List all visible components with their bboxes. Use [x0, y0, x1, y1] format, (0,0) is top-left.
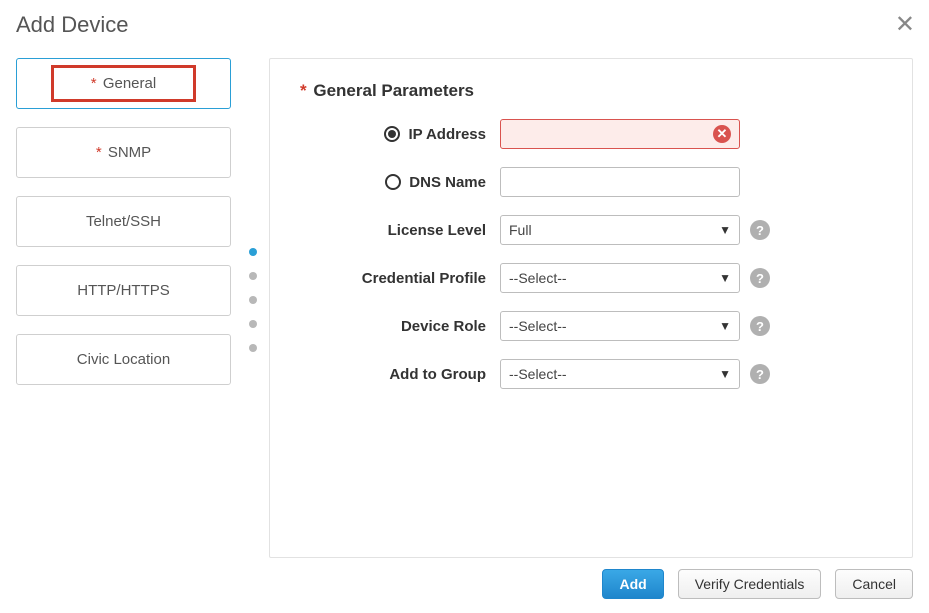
error-icon: ✕	[713, 125, 731, 143]
input-dns-name[interactable]	[500, 167, 740, 197]
row-device-role: Device Role --Select-- ▼ ?	[300, 311, 882, 341]
row-dns-name: DNS Name	[300, 167, 882, 197]
scroll-dot[interactable]	[249, 344, 257, 352]
select-value: --Select--	[509, 366, 567, 382]
label-text: DNS Name	[409, 174, 486, 191]
label-device-role: Device Role	[300, 318, 500, 335]
dialog-footer: Add Verify Credentials Cancel	[602, 569, 913, 599]
row-license-level: License Level Full ▼ ?	[300, 215, 882, 245]
sidebar: * General * SNMP Telnet/SSH HTTP/HTTPS C…	[16, 58, 241, 403]
select-credential-profile[interactable]: --Select-- ▼	[500, 263, 740, 293]
label-license-level: License Level	[300, 222, 500, 239]
required-star: *	[91, 75, 97, 92]
tab-telnet-ssh[interactable]: Telnet/SSH	[16, 196, 231, 247]
tab-snmp[interactable]: * SNMP	[16, 127, 231, 178]
select-value: --Select--	[509, 318, 567, 334]
label-credential-profile: Credential Profile	[300, 270, 500, 287]
scroll-dot[interactable]	[249, 320, 257, 328]
add-button[interactable]: Add	[602, 569, 663, 599]
input-ip-address[interactable]: ✕	[500, 119, 740, 149]
scroll-indicator	[241, 58, 265, 352]
close-icon[interactable]: ✕	[895, 10, 915, 39]
label-text: IP Address	[408, 126, 486, 143]
help-icon[interactable]: ?	[750, 268, 770, 288]
radio-ip-address[interactable]	[384, 126, 400, 142]
main-panel: * General Parameters IP Address ✕ DNS Na…	[269, 58, 913, 558]
help-icon[interactable]: ?	[750, 220, 770, 240]
dialog-title: Add Device	[16, 12, 913, 38]
scroll-dot[interactable]	[249, 296, 257, 304]
row-add-to-group: Add to Group --Select-- ▼ ?	[300, 359, 882, 389]
chevron-down-icon: ▼	[719, 319, 731, 333]
label-add-to-group: Add to Group	[300, 366, 500, 383]
section-title: * General Parameters	[300, 81, 882, 101]
cancel-button[interactable]: Cancel	[835, 569, 913, 599]
label-text: Add to Group	[389, 366, 486, 383]
radio-dns-name[interactable]	[385, 174, 401, 190]
help-icon[interactable]: ?	[750, 316, 770, 336]
chevron-down-icon: ▼	[719, 223, 731, 237]
tab-general[interactable]: * General	[16, 58, 231, 109]
verify-credentials-button[interactable]: Verify Credentials	[678, 569, 822, 599]
scroll-dot[interactable]	[249, 272, 257, 280]
select-value: --Select--	[509, 270, 567, 286]
label-dns-name: DNS Name	[300, 174, 500, 191]
select-license-level[interactable]: Full ▼	[500, 215, 740, 245]
tab-http-https[interactable]: HTTP/HTTPS	[16, 265, 231, 316]
section-title-text: General Parameters	[313, 81, 474, 100]
required-star: *	[300, 81, 307, 100]
tab-label: Telnet/SSH	[86, 213, 161, 230]
select-value: Full	[509, 222, 532, 238]
label-ip-address: IP Address	[300, 126, 500, 143]
select-device-role[interactable]: --Select-- ▼	[500, 311, 740, 341]
scroll-dot[interactable]	[249, 248, 257, 256]
dialog-body: * General * SNMP Telnet/SSH HTTP/HTTPS C…	[16, 58, 913, 558]
row-ip-address: IP Address ✕	[300, 119, 882, 149]
label-text: Credential Profile	[362, 270, 486, 287]
label-text: License Level	[388, 222, 486, 239]
tab-label: Civic Location	[77, 351, 170, 368]
select-add-to-group[interactable]: --Select-- ▼	[500, 359, 740, 389]
chevron-down-icon: ▼	[719, 271, 731, 285]
row-credential-profile: Credential Profile --Select-- ▼ ?	[300, 263, 882, 293]
tab-label: HTTP/HTTPS	[77, 282, 170, 299]
required-star: *	[96, 144, 102, 161]
chevron-down-icon: ▼	[719, 367, 731, 381]
help-icon[interactable]: ?	[750, 364, 770, 384]
tab-civic-location[interactable]: Civic Location	[16, 334, 231, 385]
label-text: Device Role	[401, 318, 486, 335]
tab-label: General	[103, 75, 156, 92]
tab-label: SNMP	[108, 144, 151, 161]
